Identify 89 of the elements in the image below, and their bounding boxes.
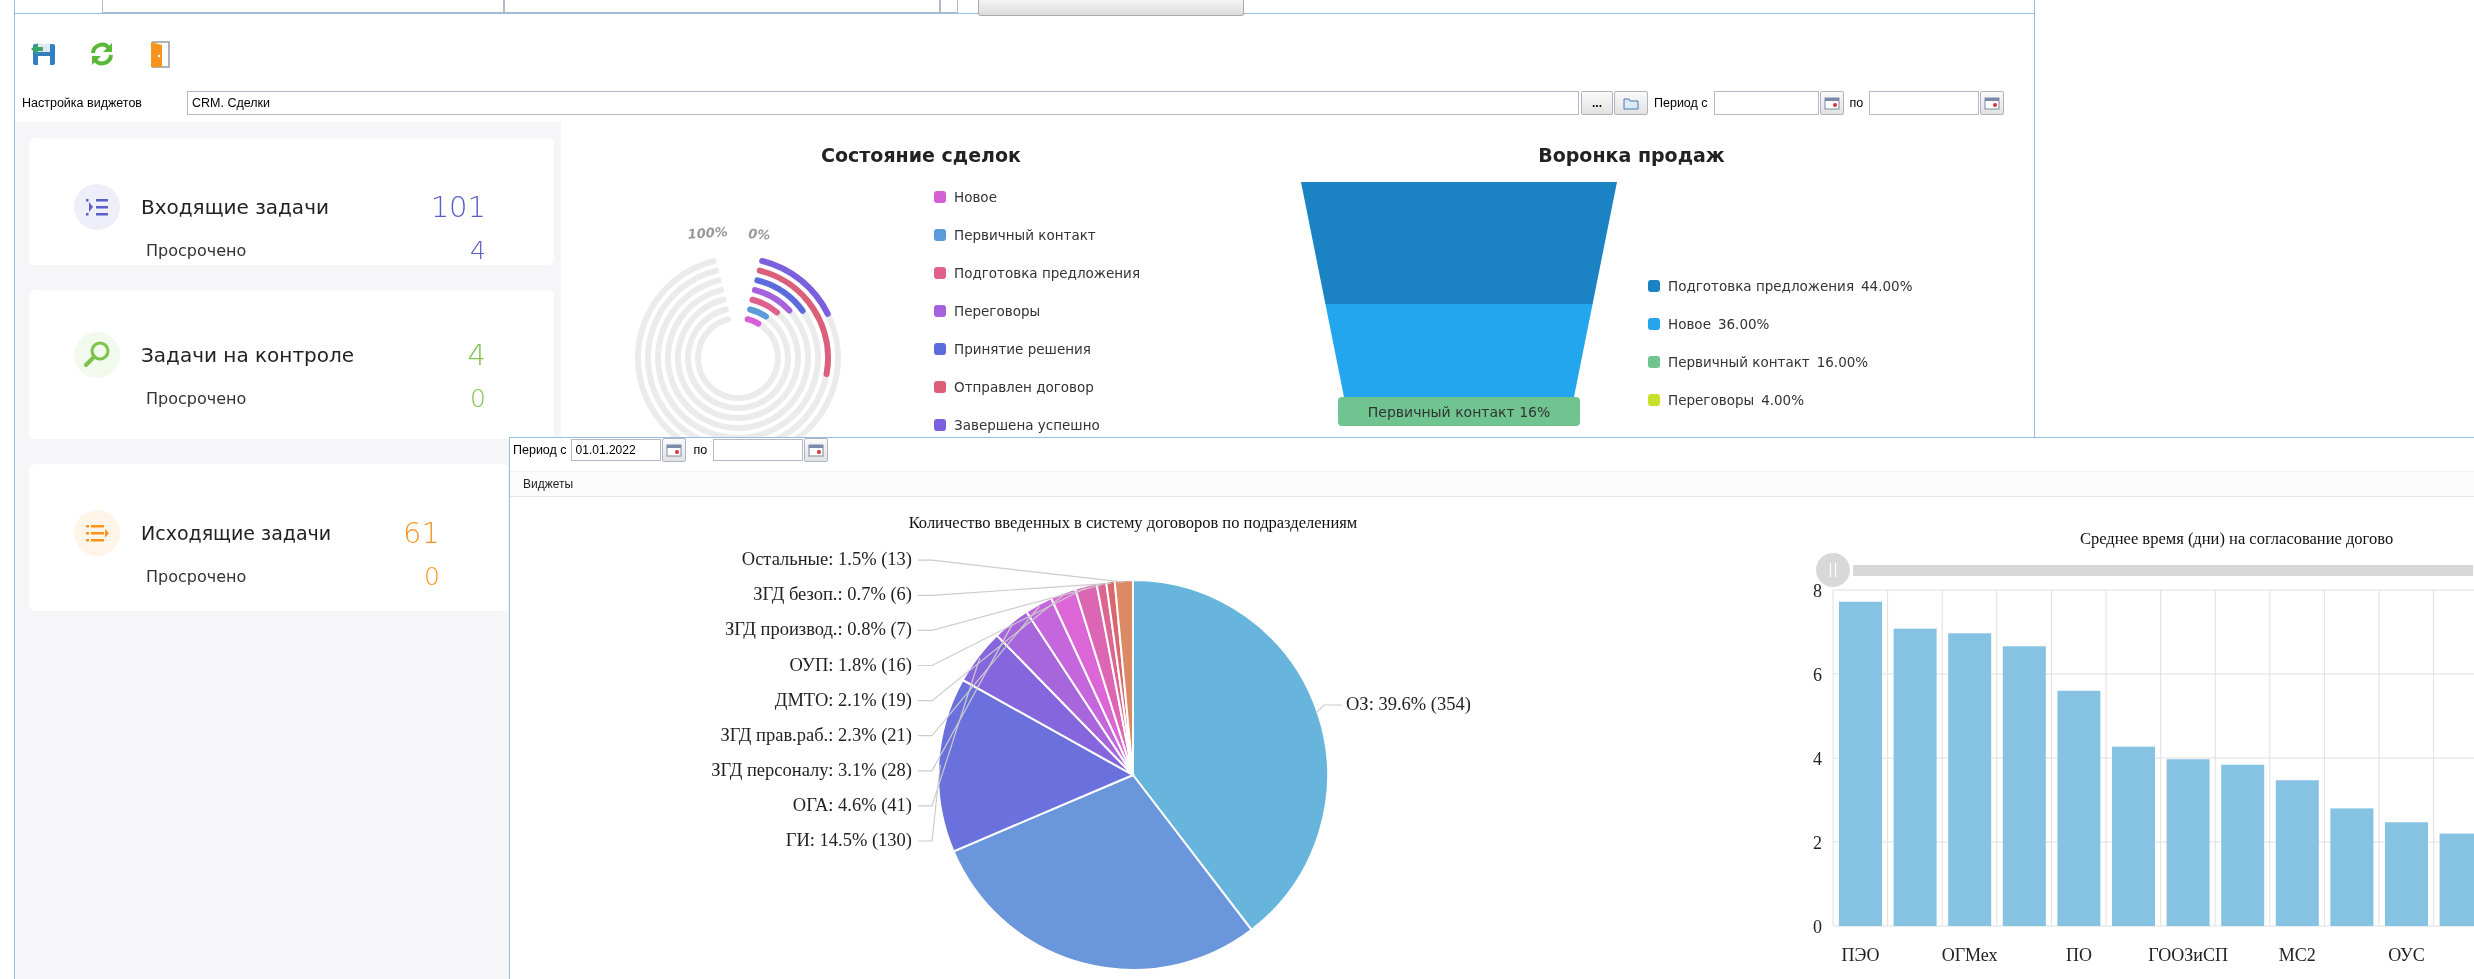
axis-label: 0%	[747, 226, 771, 243]
legend-label: Отправлен договор	[954, 379, 1094, 395]
calendar-icon	[1984, 96, 2001, 110]
axis-tick-label: 8	[1813, 581, 1822, 601]
section-title: Виджеты	[523, 477, 574, 491]
calendar-button[interactable]	[804, 438, 829, 462]
legend-value: 4.00%	[1761, 392, 1805, 408]
legend-label: Переговоры	[1668, 392, 1755, 408]
browse-button[interactable]: ...	[1581, 91, 1613, 115]
calendar-icon	[665, 443, 682, 457]
legend-label: Подготовка предложения	[1668, 278, 1854, 294]
data-label: ЗГД безоп.: 0.7% (6)	[753, 584, 912, 605]
axis-tick-label: 0	[1813, 917, 1822, 937]
legend-label: Новое	[1668, 316, 1711, 332]
legend-label: Подготовка предложения	[954, 265, 1140, 281]
input-field[interactable]	[102, 0, 504, 13]
field-label: по	[693, 443, 708, 457]
list-icon	[74, 510, 120, 556]
data-label: ЗГД прав.раб.: 2.3% (21)	[720, 724, 912, 745]
legend-label: Переговоры	[954, 303, 1041, 319]
chart-title: Среднее время (дни) на согласование догово	[2080, 529, 2394, 548]
date-field[interactable]	[1869, 91, 1980, 115]
chart-title: Состояние сделок	[820, 143, 1022, 168]
widget-settings-field[interactable]: CRM. Сделки	[187, 91, 1579, 115]
task-card[interactable]: Входящие задачи 101 Просрочено 4	[29, 138, 554, 265]
folder-button[interactable]	[1614, 91, 1648, 115]
calendar-icon	[1823, 96, 1840, 110]
date-field[interactable]: 01.01.2022	[570, 439, 661, 461]
field-label: по	[1849, 96, 1864, 110]
slider-track[interactable]	[1853, 565, 2473, 576]
legend-label: Первичный контакт	[954, 227, 1096, 243]
folder-icon	[1623, 96, 1639, 110]
data-label: ОГА: 4.6% (41)	[792, 794, 912, 815]
overdue-label: Просрочено	[146, 567, 248, 586]
overdue-label: Просрочено	[146, 241, 248, 260]
input-field[interactable]	[504, 0, 940, 13]
axis-tick-label: МС2	[2278, 945, 2316, 965]
leader-line	[1315, 704, 1343, 714]
date-field[interactable]	[713, 439, 804, 461]
field-label: Период с	[1654, 96, 1708, 110]
task-card[interactable]: Исходящие задачи 61 Просрочено 0	[29, 464, 508, 611]
axis-label: 100%	[687, 224, 729, 242]
calendar-button[interactable]	[1980, 91, 2005, 115]
chart-title: Воронка продаж	[1537, 143, 1726, 168]
legend-value: 16.00%	[1816, 354, 1869, 370]
data-label: ДМТО: 2.1% (19)	[774, 689, 912, 710]
legend-label: Первичный контакт	[1668, 354, 1810, 370]
field-label: Настройка виджетов	[22, 96, 143, 110]
calendar-icon	[808, 443, 825, 457]
funnel-segment: Первичный контакт 16%	[1338, 397, 1580, 426]
task-count: 61	[403, 516, 440, 550]
card-title: Задачи на контроле	[141, 343, 356, 367]
legend-value: 44.00%	[1861, 278, 1913, 294]
overdue-count: 0	[470, 384, 486, 413]
data-label: ОЗ: 39.6% (354)	[1346, 694, 1471, 714]
button[interactable]	[978, 0, 1244, 16]
calendar-button[interactable]	[1819, 91, 1844, 115]
data-label: ОУП: 1.8% (16)	[789, 654, 912, 675]
data-label: ГИ: 14.5% (130)	[785, 830, 912, 850]
overdue-label: Просрочено	[146, 389, 248, 408]
axis-tick-label: ОГМех	[1941, 945, 1998, 965]
data-label: ЗГД персоналу: 3.1% (28)	[711, 759, 912, 780]
field-label: Период с	[513, 443, 567, 457]
data-label: ЗГД производ.: 0.8% (7)	[724, 619, 912, 640]
axis-tick-label: ОУС	[2388, 945, 2425, 965]
data-label: Остальные: 1.5% (13)	[741, 549, 912, 570]
date-field[interactable]	[1713, 91, 1819, 115]
axis-tick-label: ГООЗиСП	[2148, 945, 2228, 965]
dropdown-button[interactable]	[940, 0, 958, 13]
task-count: 101	[430, 190, 486, 224]
axis-tick-label: ПЭО	[1841, 945, 1880, 965]
axis-tick-label: ПО	[2065, 945, 2092, 965]
legend-value: 36.00%	[1717, 316, 1770, 332]
list-icon	[74, 184, 120, 230]
axis-tick-label: 6	[1813, 665, 1822, 685]
magnifier-icon	[74, 332, 120, 378]
legend-label: Принятие решения	[954, 341, 1091, 357]
task-count: 4	[467, 338, 486, 372]
axis-tick-label: 2	[1813, 833, 1822, 853]
overdue-count: 4	[470, 236, 486, 265]
legend-label: Новое	[954, 189, 997, 205]
overdue-count: 0	[424, 562, 440, 591]
axis-tick-label: 4	[1813, 749, 1822, 769]
calendar-button[interactable]	[661, 438, 686, 462]
card-title: Исходящие задачи	[141, 522, 333, 544]
chart-title: Количество введенных в систему договоров по подразделениям	[908, 513, 1358, 532]
card-title: Входящие задачи	[141, 195, 330, 219]
legend-label: Завершена успешно	[954, 417, 1100, 433]
task-card[interactable]: Задачи на контроле 4 Просрочено 0	[29, 290, 554, 439]
